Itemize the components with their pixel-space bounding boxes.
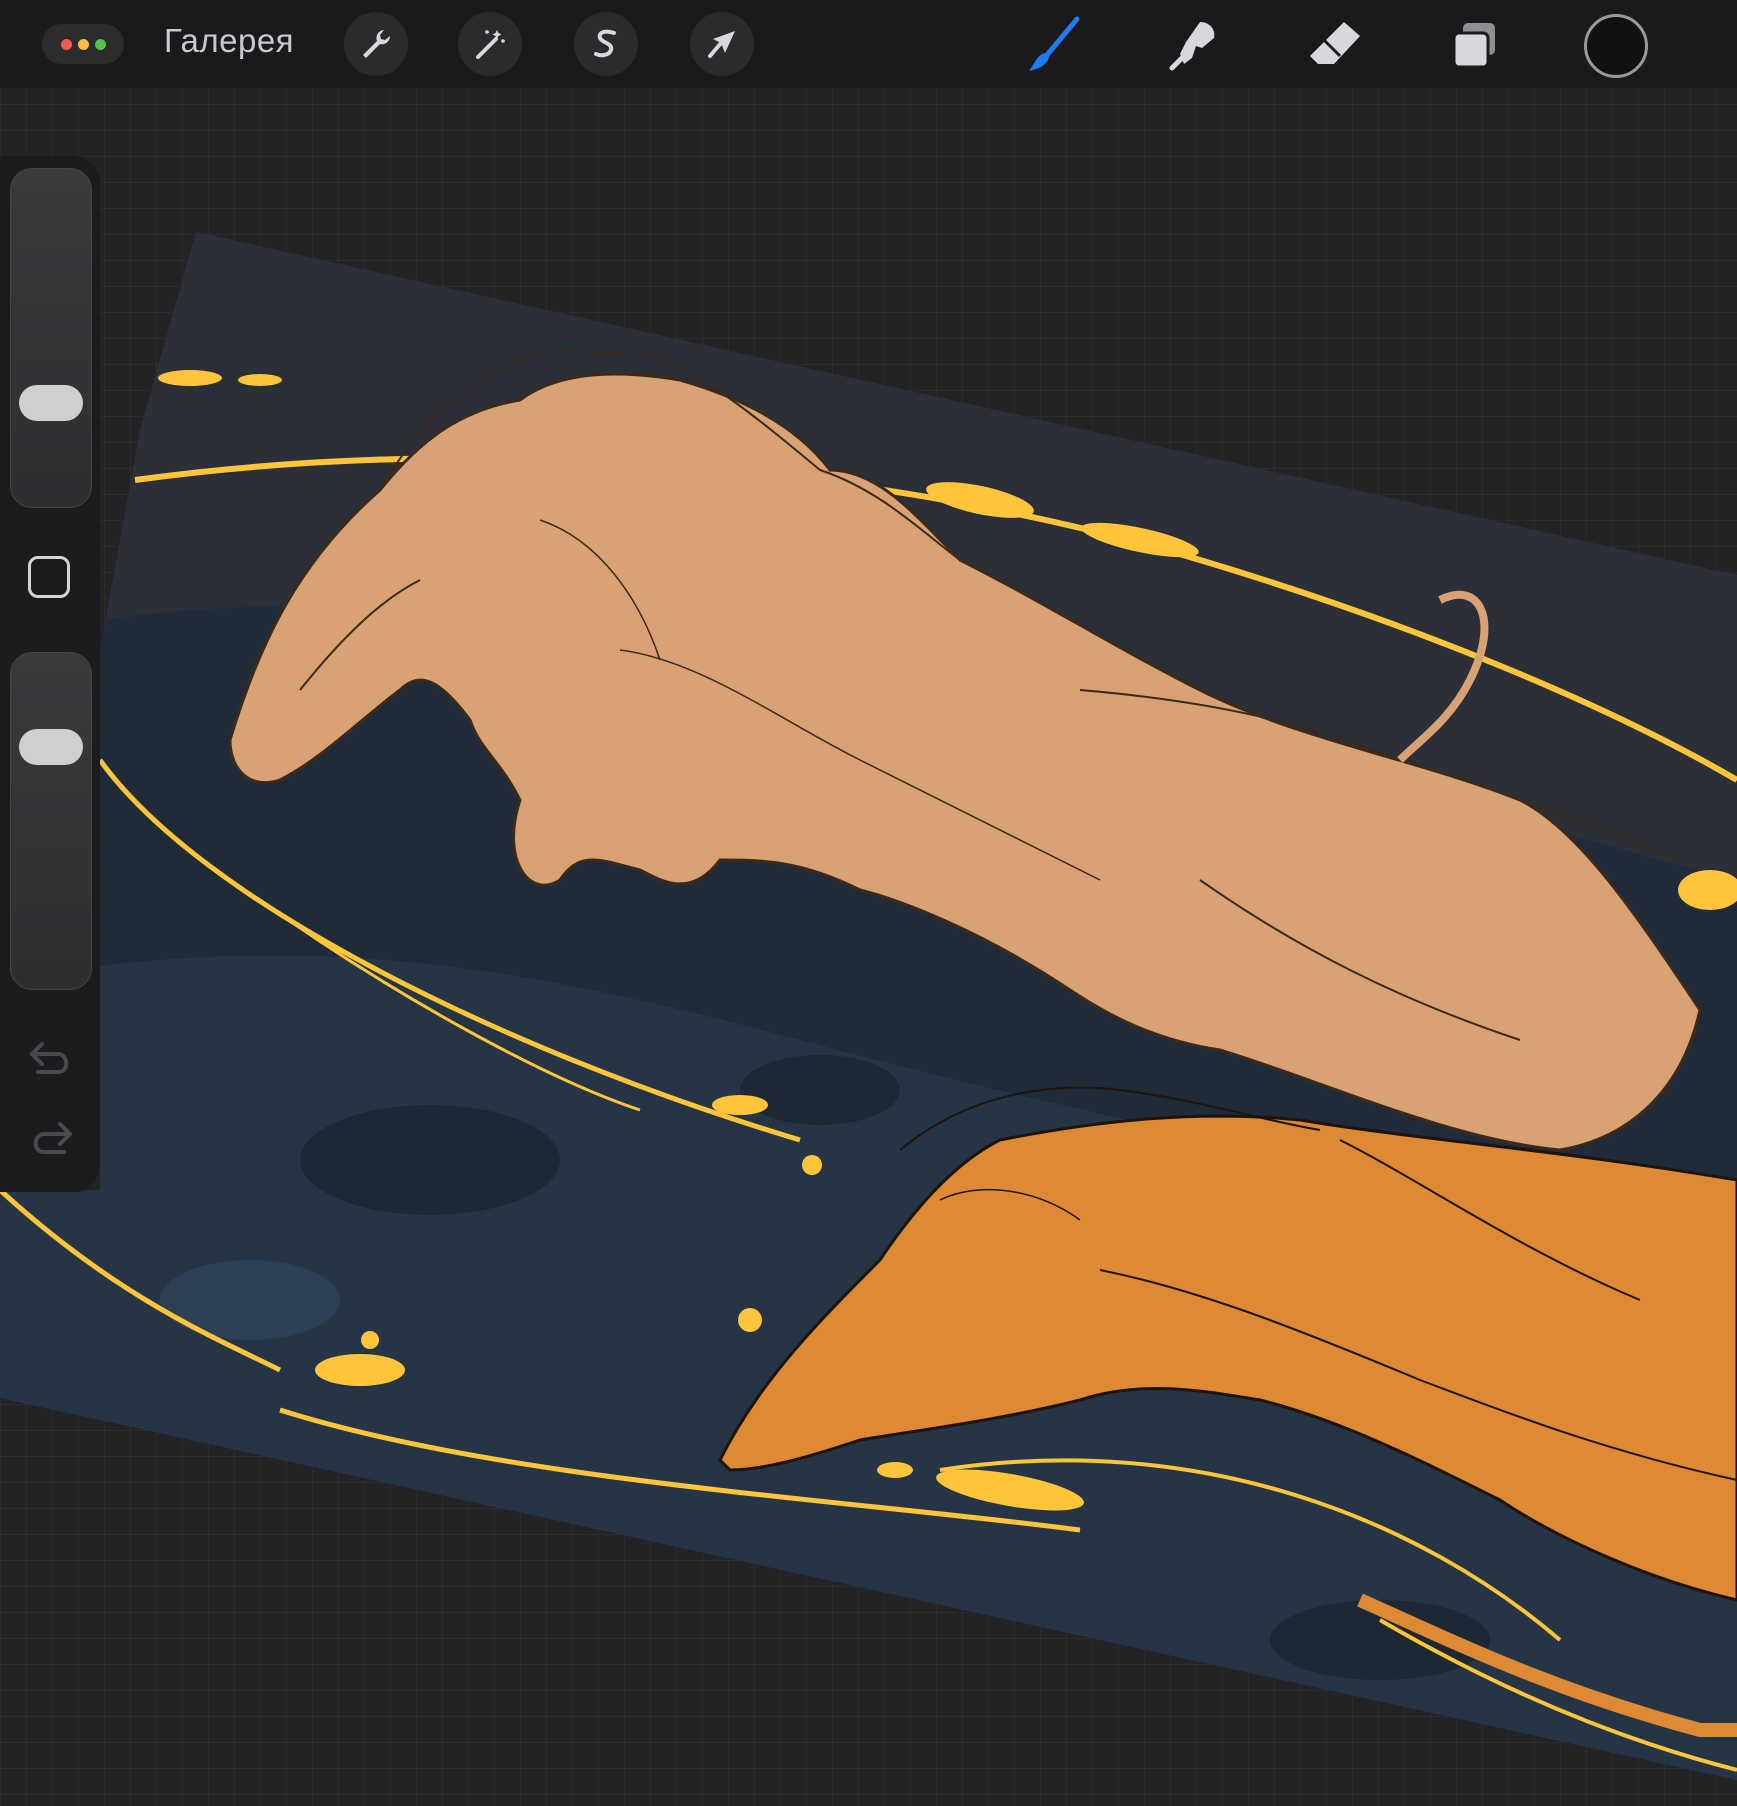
actions-button[interactable] xyxy=(344,12,408,76)
gold-splash xyxy=(802,1155,822,1175)
selection-s-icon xyxy=(594,29,616,58)
gold-splash xyxy=(238,374,282,386)
window-dots-button[interactable] xyxy=(42,24,124,64)
dot-green-icon xyxy=(94,38,106,50)
water-blob xyxy=(160,1260,340,1340)
left-sidebar xyxy=(0,156,100,1192)
color-picker-button[interactable] xyxy=(1584,14,1648,78)
undo-icon[interactable] xyxy=(26,1036,76,1080)
drawing-canvas[interactable] xyxy=(0,0,1737,1806)
brush-size-thumb[interactable] xyxy=(19,385,83,421)
water-blob xyxy=(300,1105,560,1215)
eraser-button[interactable] xyxy=(1300,10,1370,80)
brush-size-slider[interactable] xyxy=(10,168,92,508)
gold-splash xyxy=(877,1462,913,1478)
magic-wand-icon xyxy=(476,30,505,59)
water-blob xyxy=(740,1055,900,1125)
brush-button[interactable] xyxy=(1020,10,1090,80)
dot-yellow-icon xyxy=(77,38,89,50)
top-toolbar: Галерея xyxy=(0,0,1737,88)
smudge-button[interactable] xyxy=(1158,10,1228,80)
gold-splash xyxy=(361,1331,379,1349)
modify-button[interactable] xyxy=(28,556,70,598)
dot-red-icon xyxy=(60,38,72,50)
gold-splash xyxy=(315,1354,405,1386)
procreate-window: Галерея xyxy=(0,0,1737,1806)
selection-button[interactable] xyxy=(574,12,638,76)
layers-icon xyxy=(1452,23,1495,69)
eraser-icon xyxy=(1310,22,1360,64)
gold-splash xyxy=(738,1308,762,1332)
wrench-icon xyxy=(363,30,391,58)
smudge-icon xyxy=(1169,22,1215,71)
transform-arrow-icon xyxy=(708,31,735,58)
opacity-thumb[interactable] xyxy=(19,729,83,765)
gold-splash xyxy=(158,370,222,386)
adjustments-button[interactable] xyxy=(458,12,522,76)
transform-button[interactable] xyxy=(690,12,754,76)
layers-button[interactable] xyxy=(1440,10,1510,80)
gallery-button[interactable]: Галерея xyxy=(164,22,294,60)
brush-icon xyxy=(1029,16,1080,71)
redo-icon[interactable] xyxy=(26,1116,76,1160)
gold-splash xyxy=(712,1095,768,1115)
opacity-slider[interactable] xyxy=(10,652,92,990)
